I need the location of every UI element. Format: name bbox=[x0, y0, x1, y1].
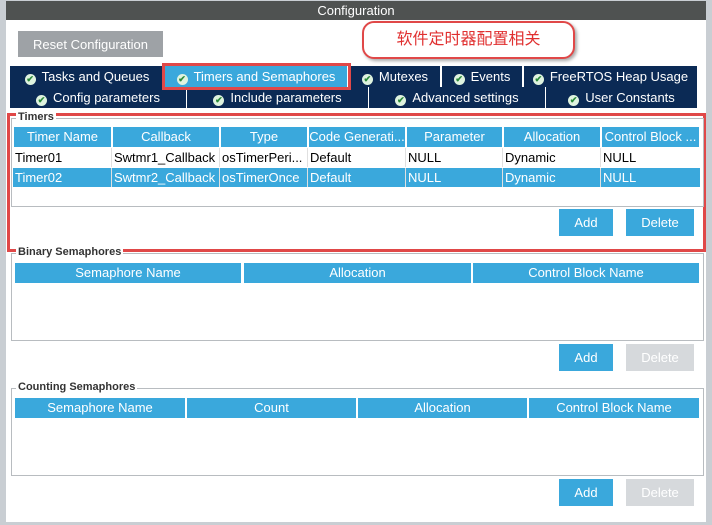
column-header[interactable]: Type bbox=[221, 127, 307, 147]
tab-events[interactable]: ✔ Events bbox=[442, 66, 523, 87]
timers-add-button[interactable]: Add bbox=[559, 209, 613, 236]
column-header[interactable]: Control Block ... bbox=[602, 127, 699, 147]
tab-freertos-heap-usage[interactable]: ✔ FreeRTOS Heap Usage bbox=[524, 66, 698, 87]
table-cell[interactable]: Swtmr1_Callback bbox=[112, 148, 220, 167]
title-bar: Configuration bbox=[6, 1, 706, 20]
counting-delete-button: Delete bbox=[626, 479, 694, 506]
tab-include-parameters[interactable]: ✔ Include parameters bbox=[187, 87, 369, 108]
binary-semaphores-label: Binary Semaphores bbox=[16, 246, 124, 258]
check-icon: ✔ bbox=[36, 95, 48, 106]
column-header[interactable]: Allocation bbox=[358, 398, 527, 418]
table-cell[interactable]: NULL bbox=[601, 148, 700, 167]
tab-user-constants[interactable]: ✔ User Constants bbox=[546, 87, 698, 108]
column-header[interactable]: Count bbox=[187, 398, 356, 418]
tab-label: Timers and Semaphores bbox=[193, 69, 336, 84]
reset-configuration-button[interactable]: Reset Configuration bbox=[18, 31, 163, 57]
column-header[interactable]: Control Block Name bbox=[473, 263, 699, 283]
tab-tasks-and-queues[interactable]: ✔ Tasks and Queues bbox=[10, 66, 165, 87]
tab-label: Events bbox=[470, 69, 511, 84]
tab-label: Include parameters bbox=[230, 90, 342, 105]
tab-label: Mutexes bbox=[378, 69, 429, 84]
table-cell[interactable]: Dynamic bbox=[503, 148, 601, 167]
tab-label: FreeRTOS Heap Usage bbox=[549, 69, 689, 84]
column-header[interactable]: Callback bbox=[113, 127, 219, 147]
table-cell[interactable]: Default bbox=[308, 168, 406, 187]
tab-mutexes[interactable]: ✔ Mutexes bbox=[350, 66, 441, 87]
table-cell[interactable]: NULL bbox=[406, 168, 503, 187]
binary-delete-button: Delete bbox=[626, 344, 694, 371]
table-cell[interactable]: Dynamic bbox=[503, 168, 601, 187]
tab-label: User Constants bbox=[585, 90, 675, 105]
table-cell[interactable]: Timer01 bbox=[13, 148, 112, 167]
check-icon: ✔ bbox=[24, 74, 36, 85]
tab-timers-and-semaphores[interactable]: ✔ Timers and Semaphores bbox=[162, 63, 351, 90]
check-icon: ✔ bbox=[568, 95, 580, 106]
binary-add-button[interactable]: Add bbox=[559, 344, 613, 371]
column-header[interactable]: Code Generati... bbox=[309, 127, 405, 147]
tab-label: Config parameters bbox=[53, 90, 160, 105]
table-cell[interactable]: Timer02 bbox=[13, 168, 112, 187]
check-icon: ✔ bbox=[361, 74, 373, 85]
counting-add-button[interactable]: Add bbox=[559, 479, 613, 506]
column-header[interactable]: Allocation bbox=[504, 127, 600, 147]
table-cell[interactable]: Default bbox=[308, 148, 406, 167]
check-icon: ✔ bbox=[213, 95, 225, 106]
counting-semaphores-label: Counting Semaphores bbox=[16, 381, 138, 393]
tab-advanced-settings[interactable]: ✔ Advanced settings bbox=[369, 87, 546, 108]
column-header[interactable]: Timer Name bbox=[14, 127, 111, 147]
tab-config-parameters[interactable]: ✔ Config parameters bbox=[10, 87, 187, 108]
column-header[interactable]: Allocation bbox=[244, 263, 471, 283]
column-header[interactable]: Control Block Name bbox=[529, 398, 699, 418]
annotation-callout: 软件定时器配置相关 bbox=[362, 21, 575, 59]
check-icon: ✔ bbox=[453, 74, 465, 85]
check-icon: ✔ bbox=[176, 74, 188, 85]
check-icon: ✔ bbox=[395, 95, 407, 106]
tab-label: Advanced settings bbox=[412, 90, 519, 105]
table-cell[interactable]: NULL bbox=[601, 168, 700, 187]
table-cell[interactable]: NULL bbox=[406, 148, 503, 167]
tab-label: Tasks and Queues bbox=[41, 69, 150, 84]
table-cell[interactable]: osTimerPeri... bbox=[220, 148, 308, 167]
timers-delete-button[interactable]: Delete bbox=[626, 209, 694, 236]
column-header[interactable]: Semaphore Name bbox=[15, 398, 185, 418]
check-icon: ✔ bbox=[532, 74, 544, 85]
table-cell[interactable]: osTimerOnce bbox=[220, 168, 308, 187]
column-header[interactable]: Parameter bbox=[407, 127, 502, 147]
timers-label: Timers bbox=[16, 111, 56, 123]
column-header[interactable]: Semaphore Name bbox=[15, 263, 241, 283]
table-cell[interactable]: Swtmr2_Callback bbox=[112, 168, 220, 187]
